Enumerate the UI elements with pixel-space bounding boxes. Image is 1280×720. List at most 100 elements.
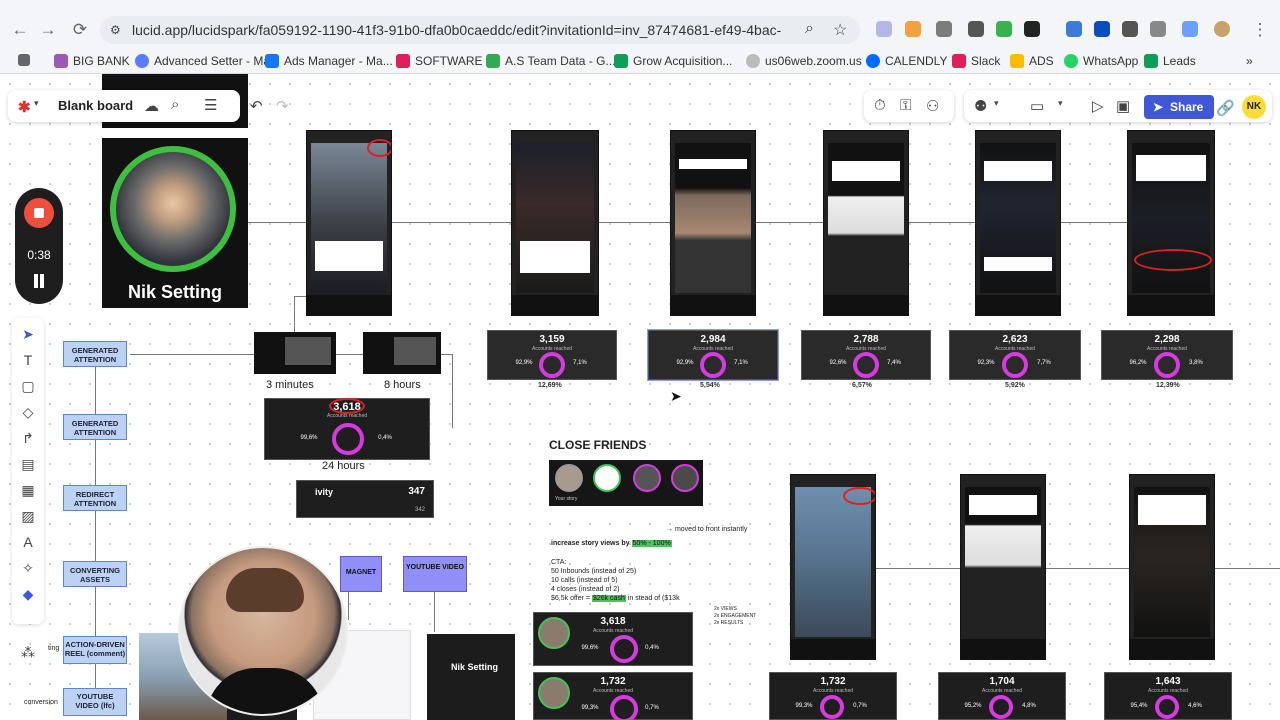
pause-icon[interactable]: [32, 274, 46, 288]
insights-card[interactable]: 1,704 Accounts reached 95,2% 4,8%: [938, 672, 1066, 720]
sticky-note-icon[interactable]: ▢: [16, 374, 40, 398]
bookmark-item[interactable]: Leads: [1144, 54, 1196, 68]
insights-card[interactable]: 2,984 Accounts reached 92,9% 7,1%: [647, 329, 779, 381]
bookmark-item[interactable]: CALENDLY: [866, 54, 947, 68]
close-friends-bar[interactable]: Your story: [549, 460, 703, 506]
story-screenshot[interactable]: [670, 130, 756, 316]
story-screenshot[interactable]: [823, 130, 909, 316]
back-icon[interactable]: ←: [10, 20, 30, 40]
stop-record-button[interactable]: [24, 198, 54, 228]
collaborators-icon[interactable]: ⚇: [926, 97, 939, 115]
metamask-icon[interactable]: [905, 21, 921, 37]
insights-card[interactable]: 3,159 Accounts reached 92,9% 7,1%: [487, 330, 617, 380]
insights-screenshot[interactable]: [363, 332, 441, 374]
flow-step[interactable]: YOUTUBE VIDEO (lfc): [63, 688, 127, 716]
story-screenshot[interactable]: [1127, 130, 1215, 316]
share-button[interactable]: ➤ Share: [1144, 95, 1214, 119]
flow-step[interactable]: GENERATED ATTENTION: [63, 414, 127, 440]
bookmark-item[interactable]: Slack: [952, 54, 1000, 68]
story-screenshot[interactable]: [790, 474, 876, 660]
search-icon[interactable]: ⌕: [171, 96, 179, 113]
menu-icon[interactable]: ⋮: [1250, 20, 1270, 40]
insights-card[interactable]: 3,618 Accounts reached 99,6% 0,4%: [264, 398, 430, 460]
undo-icon[interactable]: ↶: [250, 97, 263, 115]
apps-icon[interactable]: ⁂: [16, 640, 40, 664]
insights-screenshot[interactable]: [254, 332, 336, 374]
timer-icon[interactable]: ⏱: [874, 97, 886, 114]
whiteboard-canvas[interactable]: ✱ ▾ Blank board ☁ ⌕ ☰ ↶ ↷ ⏱ ⚿ ⚇ ⚉ ▾ ▭ ▾ …: [0, 74, 1280, 720]
bookmark-item[interactable]: ADS: [1010, 54, 1054, 68]
link-icon[interactable]: 🔗: [1216, 99, 1235, 117]
youtube-channel-screenshot[interactable]: Nik Setting: [427, 634, 515, 720]
tab-search-icon[interactable]: [1182, 21, 1198, 37]
bookmark-item[interactable]: BIG BANK: [54, 54, 130, 68]
insights-card[interactable]: 1,732 Accounts reached 99,3% 0,7%: [769, 672, 897, 720]
frame-icon[interactable]: ▤: [16, 452, 40, 476]
shapes-icon[interactable]: ◇: [16, 400, 40, 424]
insights-card[interactable]: 1,643 Accounts reached 95,4% 4,6%: [1104, 672, 1232, 720]
extensions-puzzle-icon[interactable]: [1150, 21, 1166, 37]
site-settings-icon[interactable]: ⚙: [110, 23, 124, 37]
table-icon[interactable]: ▦: [16, 478, 40, 502]
story-screenshot[interactable]: [306, 130, 392, 316]
youtube-video-node[interactable]: YOUTUBE VIDEO: [403, 556, 467, 592]
extension-icon[interactable]: [1066, 21, 1082, 37]
zoom-icon[interactable]: ⌕: [805, 20, 814, 38]
bookmark-item[interactable]: Grow Acquisition...: [614, 54, 732, 68]
chevron-down-icon[interactable]: ▾: [1058, 98, 1063, 109]
lead-magnet-node[interactable]: MAGNET: [340, 556, 382, 592]
connector-icon[interactable]: ↱: [16, 426, 40, 450]
insights-card[interactable]: 3,618 Accounts reached 99,6% 0,4%: [533, 612, 693, 666]
apps-icon[interactable]: [18, 54, 30, 66]
menu-icon[interactable]: ☰: [204, 96, 217, 114]
bookmark-item[interactable]: us06web.zoom.us: [746, 54, 862, 68]
board-title[interactable]: Blank board: [58, 98, 133, 113]
extension-icon[interactable]: [1024, 21, 1040, 37]
story-screenshot[interactable]: [1129, 474, 1215, 660]
flow-step[interactable]: ACTION-DRIVEN REEL (comment): [63, 636, 127, 664]
bookmark-item[interactable]: Advanced Setter - Ma...: [135, 54, 280, 68]
lock-icon[interactable]: ⚿: [900, 97, 911, 114]
flow-step[interactable]: GENERATED ATTENTION: [63, 341, 127, 367]
video-call-icon[interactable]: ▣: [1116, 97, 1130, 115]
profile-card[interactable]: Nik Setting: [102, 138, 248, 308]
story-screenshot[interactable]: [511, 130, 599, 316]
select-tool-icon[interactable]: ➤: [16, 322, 40, 346]
address-bar[interactable]: ⚙ lucid.app/lucidspark/fa059192-1190-41f…: [100, 16, 860, 44]
image-icon[interactable]: ▨: [16, 504, 40, 528]
bookmark-star-icon[interactable]: ☆: [833, 20, 847, 40]
insights-card[interactable]: 2,298 Accounts reached 96,2% 3,8%: [1101, 330, 1233, 380]
flow-step[interactable]: CONVERTING ASSETS: [63, 561, 127, 587]
user-avatar[interactable]: NK: [1242, 95, 1266, 119]
present-icon[interactable]: ▷: [1092, 97, 1104, 115]
comment-icon[interactable]: ▭: [1030, 97, 1044, 115]
chevron-down-icon[interactable]: ▾: [34, 98, 39, 109]
extension-icon[interactable]: [876, 21, 892, 37]
chevron-down-icon[interactable]: ▾: [994, 98, 999, 109]
insights-card[interactable]: 1,732 Accounts reached 99,3% 0,7%: [533, 672, 693, 720]
extension-icon[interactable]: [1094, 21, 1110, 37]
redo-icon[interactable]: ↷: [276, 97, 289, 115]
integration-icon[interactable]: ◆: [16, 582, 40, 606]
more-bookmarks-icon[interactable]: »: [1246, 54, 1253, 68]
extension-icon[interactable]: [936, 21, 952, 37]
bookmark-item[interactable]: Ads Manager - Ma...: [265, 54, 393, 68]
lucid-logo-icon[interactable]: ✱: [18, 98, 31, 116]
bookmark-item[interactable]: WhatsApp: [1064, 54, 1138, 68]
profile-avatar[interactable]: [1214, 21, 1230, 37]
insights-card[interactable]: 2,788 Accounts reached 92,6% 7,4%: [801, 330, 931, 380]
insights-card[interactable]: 2,623 Accounts reached 92,3% 7,7%: [949, 330, 1081, 380]
activity-card[interactable]: ivity 347 342: [296, 480, 434, 518]
story-screenshot[interactable]: [975, 130, 1061, 316]
extension-icon[interactable]: [968, 21, 984, 37]
extension-icon[interactable]: [996, 21, 1012, 37]
magic-icon[interactable]: ✧: [16, 556, 40, 580]
bookmark-item[interactable]: SOFTWARE: [396, 54, 483, 68]
reload-icon[interactable]: ⟳: [70, 20, 90, 40]
story-screenshot[interactable]: [960, 474, 1046, 660]
people-icon[interactable]: ⚉: [974, 97, 987, 115]
forward-icon[interactable]: →: [38, 20, 58, 40]
flow-step[interactable]: REDIRECT ATTENTION: [63, 485, 127, 511]
text-tool-icon[interactable]: T: [16, 348, 40, 372]
pen-icon[interactable]: A: [16, 530, 40, 554]
